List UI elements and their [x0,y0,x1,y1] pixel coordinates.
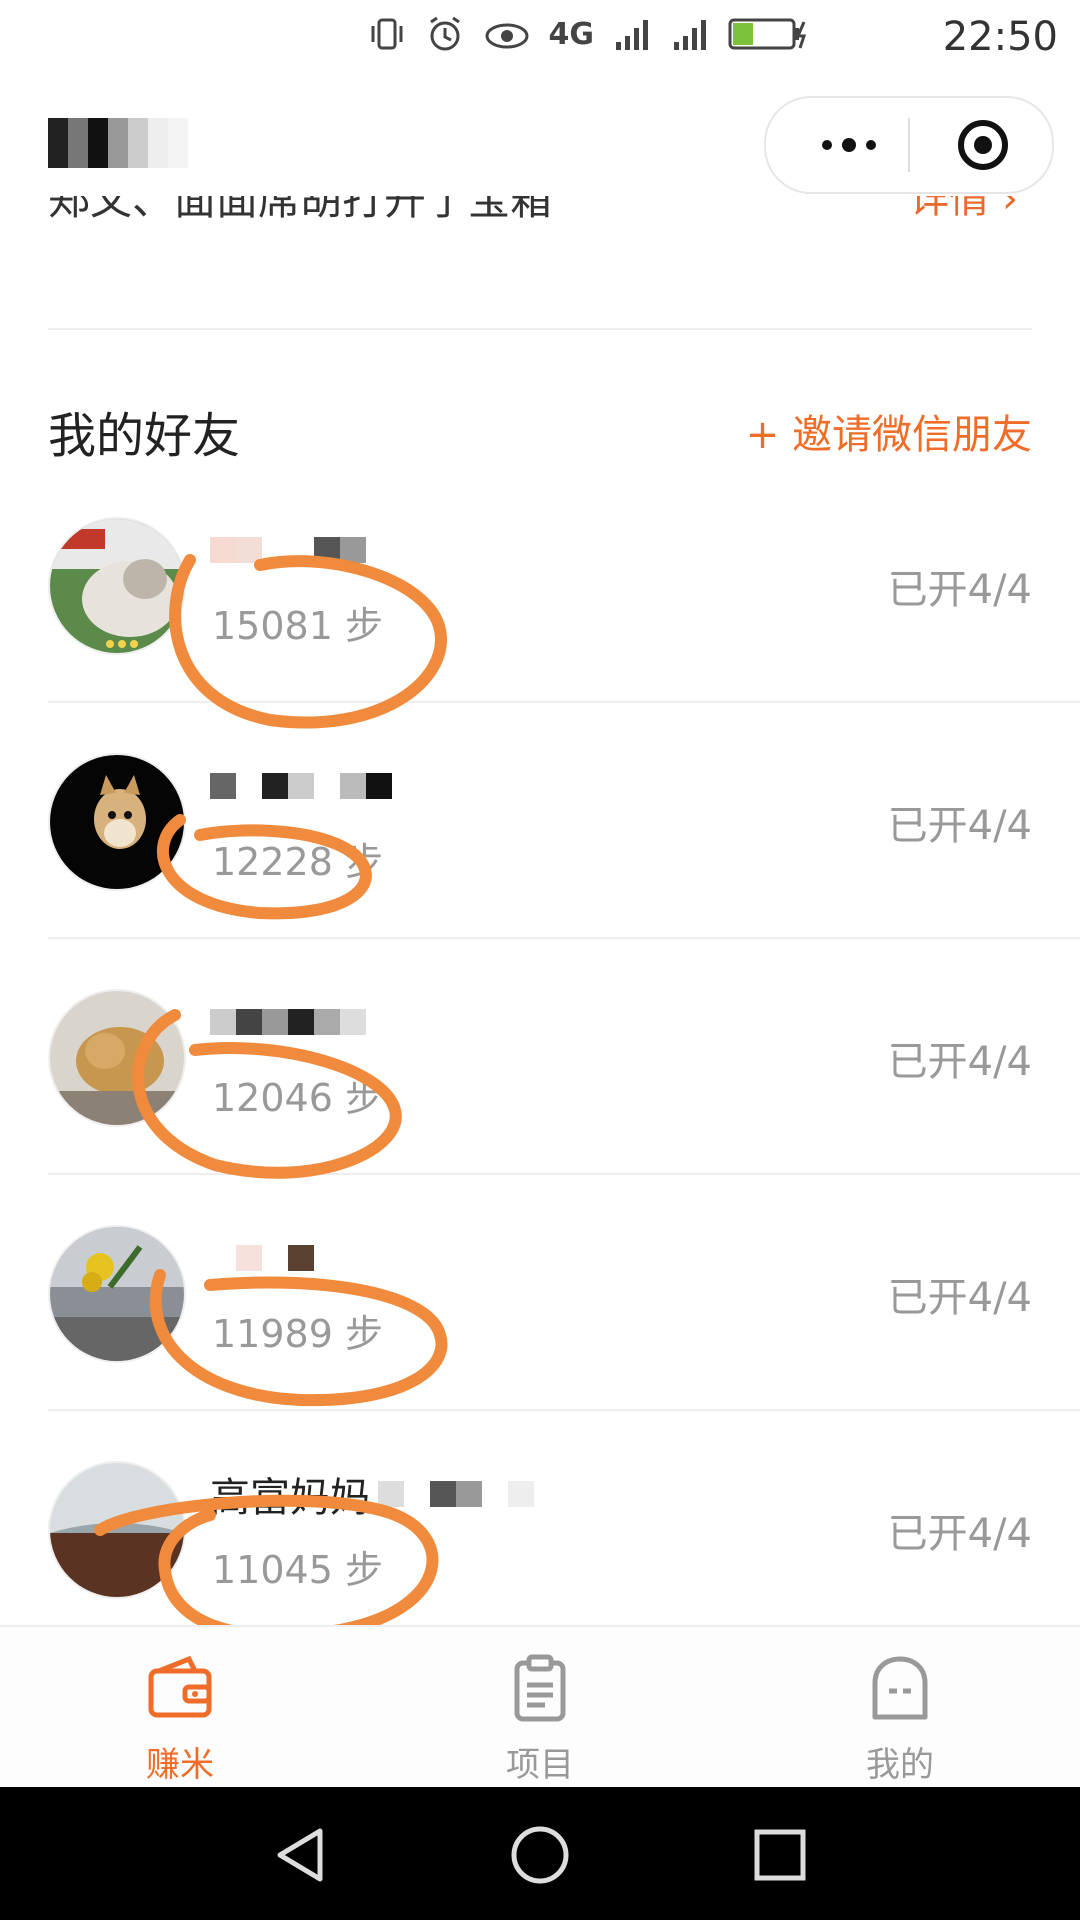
friend-avatar [48,517,186,655]
friend-name-text: 高富妈妈 [210,1475,370,1521]
friend-row[interactable]: 高富妈妈 11045 步 已开4/4 [48,1411,1080,1645]
status-bar: 4G 22:50 [0,0,1080,72]
eye-icon [485,23,528,49]
home-icon[interactable] [510,1825,570,1885]
friend-avatar [48,1461,186,1599]
friend-row[interactable]: 12228 步 已开4/4 [48,703,1080,939]
clipped-feed-text: 郑文、面面席胡打开了宝箱 [48,196,553,224]
friend-avatar [48,1225,186,1363]
friend-name-blurred [210,1231,730,1285]
network-4g-label: 4G [548,16,595,52]
friend-steps: 12228 步 [212,840,383,884]
vibrate-icon [371,18,402,50]
friend-steps: 11045 步 [212,1548,383,1592]
chest-opened-status: 已开4/4 [887,1039,1032,1085]
capsule-separator [908,118,910,172]
friend-avatar [48,989,186,1127]
friend-row[interactable]: 11989 步 已开4/4 [48,1175,1080,1411]
chest-opened-status: 已开4/4 [887,1511,1032,1557]
tab-label: 赚米 [146,1745,214,1785]
clipboard-icon [514,1654,566,1722]
battery-icon [728,18,807,50]
friend-name-blurred [210,759,730,813]
chest-opened-status: 已开4/4 [887,803,1032,849]
clipped-feed-item: 郑文、面面席胡打开了宝箱 详情 › [48,196,1048,226]
friends-section-title: 我的好友 [48,408,241,464]
status-time: 22:50 [942,14,1058,60]
friend-avatar [48,753,186,891]
chest-opened-status: 已开4/4 [887,567,1032,613]
more-dot-icon [866,140,876,150]
system-navigation-bar [0,1787,1080,1920]
friend-row[interactable]: 15081 步 已开4/4 [48,467,1080,703]
close-mini-program-icon[interactable] [956,118,1010,172]
tab-label: 项目 [506,1745,574,1785]
more-options-button[interactable] [804,98,894,192]
signal-2g-icon [674,20,706,50]
back-icon[interactable] [272,1825,328,1885]
friend-name-blurred [210,523,730,577]
details-link[interactable]: 详情 › [909,196,1018,224]
blurred-app-title [48,118,188,168]
wallet-icon [148,1655,212,1718]
friend-steps: 15081 步 [212,604,383,648]
friend-row[interactable]: 12046 步 已开4/4 [48,939,1080,1175]
friends-list: 15081 步 已开4/4 12228 步 已开4/4 12046 步 已开4/… [0,467,1080,1645]
tab-mine[interactable]: 我的 [800,1627,1000,1789]
bottom-tab-bar: 赚米 项目 我的 [0,1625,1080,1789]
friend-name-blurred [210,995,730,1049]
mini-program-capsule [764,96,1054,194]
tab-projects[interactable]: 项目 [440,1627,640,1789]
more-dot-icon [822,140,832,150]
friend-steps: 12046 步 [212,1076,383,1120]
signal-icon [616,20,648,50]
tab-label: 我的 [866,1745,934,1785]
friend-steps: 11989 步 [212,1312,383,1356]
status-icons: 4G [367,14,811,54]
alarm-icon [429,16,460,51]
invite-wechat-friends-button[interactable]: + 邀请微信朋友 [746,402,1032,460]
friend-name: 高富妈妈 [210,1467,730,1521]
recents-icon[interactable] [752,1827,808,1883]
tab-earn[interactable]: 赚米 [80,1627,280,1789]
more-dot-icon [842,138,856,152]
chest-opened-status: 已开4/4 [887,1275,1032,1321]
profile-icon [872,1656,928,1720]
section-divider [48,328,1032,330]
